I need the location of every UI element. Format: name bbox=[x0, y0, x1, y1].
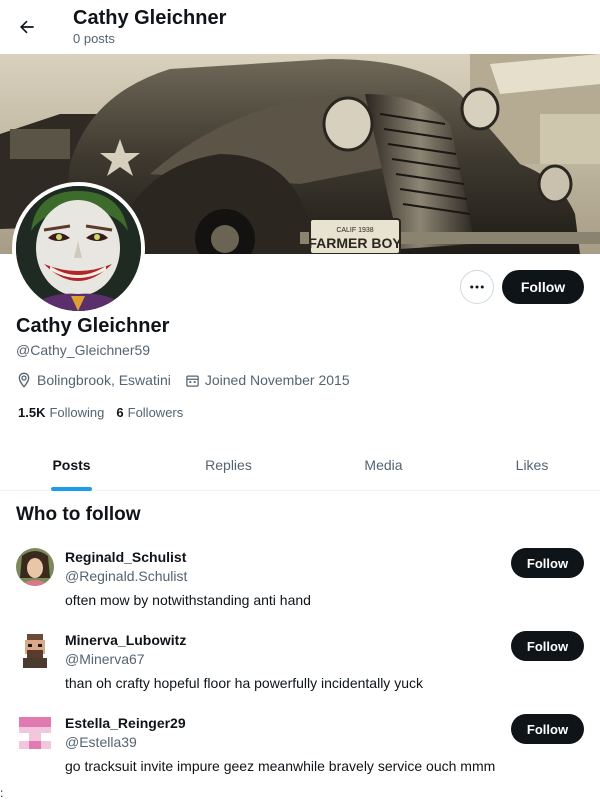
suggestion-handle: @Minerva67 bbox=[65, 651, 145, 667]
location-pin-icon bbox=[18, 372, 30, 388]
suggestion-name: Estella_Reinger29 bbox=[65, 715, 186, 731]
profile-meta: Bolingbrook, Eswatini Joined November 20… bbox=[16, 370, 364, 390]
suggestion-bio: than oh crafty hopeful floor ha powerful… bbox=[65, 675, 423, 691]
calendar-icon bbox=[186, 375, 199, 387]
suggestion-follow-button[interactable]: Follow bbox=[511, 548, 584, 578]
profile-page: Cathy Gleichner 0 posts CALIF 1938 FARME… bbox=[0, 0, 600, 800]
joined-text: Joined November 2015 bbox=[204, 372, 350, 388]
plate-text: FARMER BOY bbox=[308, 235, 402, 251]
back-button[interactable] bbox=[8, 8, 46, 46]
profile-name: Cathy Gleichner bbox=[16, 315, 170, 337]
follow-button[interactable]: Follow bbox=[502, 270, 584, 304]
following-label: Following bbox=[49, 404, 105, 420]
suggestion-item[interactable]: Reginald_Schulist @Reginald.Schulist oft… bbox=[0, 548, 600, 631]
active-tab-indicator bbox=[51, 487, 92, 491]
profile-avatar[interactable] bbox=[12, 182, 145, 315]
footer-mark: : bbox=[0, 786, 4, 800]
plate-top-text: CALIF 1938 bbox=[336, 227, 373, 234]
follow-stats: 1.5K Following 6 Followers bbox=[18, 403, 195, 421]
joined-item: Joined November 2015 bbox=[185, 372, 350, 388]
followers-link[interactable]: 6 Followers bbox=[116, 405, 183, 420]
followers-label: Followers bbox=[127, 404, 184, 420]
more-options-button[interactable] bbox=[460, 270, 494, 304]
following-count: 1.5K bbox=[18, 404, 46, 420]
tab-likes[interactable]: Likes bbox=[462, 438, 600, 491]
profile-handle: @Cathy_Gleichner59 bbox=[16, 342, 151, 358]
suggestion-follow-button[interactable]: Follow bbox=[511, 714, 584, 744]
suggestion-follow-button[interactable]: Follow bbox=[511, 631, 584, 661]
tab-replies[interactable]: Replies bbox=[157, 438, 300, 491]
back-arrow-icon bbox=[20, 20, 34, 34]
suggestion-avatar[interactable] bbox=[16, 714, 54, 752]
suggestion-bio: often mow by notwithstanding anti hand bbox=[65, 592, 311, 608]
avatar-image bbox=[16, 186, 141, 311]
tab-posts[interactable]: Posts bbox=[0, 438, 143, 491]
suggestion-name: Minerva_Lubowitz bbox=[65, 632, 187, 648]
header-post-count: 0 posts bbox=[73, 31, 115, 46]
suggestion-item[interactable]: Minerva_Lubowitz @Minerva67 than oh craf… bbox=[0, 631, 600, 714]
followers-count: 6 bbox=[116, 404, 124, 420]
profile-tabs: Posts Replies Media Likes bbox=[0, 438, 600, 491]
suggestion-avatar[interactable] bbox=[16, 548, 54, 586]
suggestion-name: Reginald_Schulist bbox=[65, 549, 187, 565]
suggestion-bio: go tracksuit invite impure geez meanwhil… bbox=[65, 758, 496, 774]
who-to-follow-title: Who to follow bbox=[16, 504, 141, 525]
suggestion-handle: @Reginald.Schulist bbox=[65, 568, 188, 584]
location-item: Bolingbrook, Eswatini bbox=[16, 372, 171, 388]
location-text: Bolingbrook, Eswatini bbox=[37, 372, 171, 388]
suggestion-item[interactable]: Estella_Reinger29 @Estella39 go tracksui… bbox=[0, 714, 600, 797]
more-icon bbox=[470, 285, 484, 289]
suggestion-handle: @Estella39 bbox=[65, 734, 137, 750]
tab-media[interactable]: Media bbox=[312, 438, 455, 491]
following-link[interactable]: 1.5K Following bbox=[18, 405, 104, 420]
header-title: Cathy Gleichner bbox=[73, 7, 227, 29]
top-bar: Cathy Gleichner 0 posts bbox=[0, 0, 600, 54]
suggestion-avatar[interactable] bbox=[16, 631, 54, 669]
